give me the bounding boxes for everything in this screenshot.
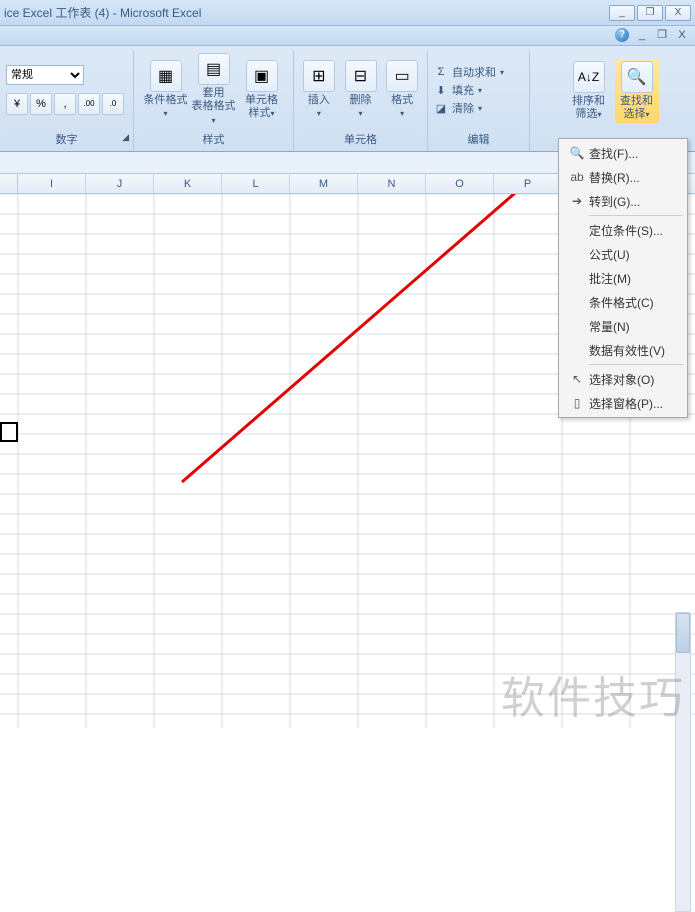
pane-icon: ▯: [565, 393, 589, 413]
restore-button[interactable]: ❐: [637, 5, 663, 21]
percent-button[interactable]: %: [30, 93, 52, 115]
sort-filter-button[interactable]: A↓Z 排序和 筛选▾: [567, 61, 611, 121]
cell-styles-button[interactable]: ▣ 单元格 样式▾: [240, 60, 284, 120]
col-header[interactable]: P: [494, 174, 562, 193]
active-cell[interactable]: [0, 422, 18, 442]
help-row: ? _ ❐ X: [0, 26, 695, 46]
vertical-scrollbar[interactable]: [675, 612, 691, 912]
menu-separator: [589, 364, 683, 365]
menu-cond-fmt[interactable]: 条件格式(C): [561, 290, 685, 314]
ribbon-close-button[interactable]: X: [675, 28, 689, 42]
sigma-icon: Σ: [434, 65, 448, 79]
col-header[interactable]: L: [222, 174, 290, 193]
fill-icon: ⬇: [434, 83, 448, 97]
menu-goto-special[interactable]: 定位条件(S)...: [561, 218, 685, 242]
col-header[interactable]: N: [358, 174, 426, 193]
group-number-label: 数字 ◢: [6, 128, 127, 149]
close-button[interactable]: X: [665, 5, 691, 21]
help-icon[interactable]: ?: [615, 28, 629, 42]
conditional-formatting-icon: ▦: [150, 60, 182, 92]
col-header[interactable]: O: [426, 174, 494, 193]
insert-button[interactable]: ⊞ 插入▾: [300, 60, 338, 120]
format-button[interactable]: ▭ 格式▾: [383, 60, 421, 120]
menu-validation[interactable]: 数据有效性(V): [561, 338, 685, 362]
window-controls: _ ❐ X: [609, 5, 691, 21]
col-header[interactable]: K: [154, 174, 222, 193]
group-editing: Σ 自动求和 ▾ ⬇ 填充 ▾ ◪ 清除 ▾ 编辑: [428, 50, 530, 151]
group-sort-find: A↓Z 排序和 筛选▾ 🔍 查找和 选择▾: [530, 50, 695, 151]
insert-icon: ⊞: [303, 60, 335, 92]
ribbon-restore-button[interactable]: ❐: [655, 28, 669, 42]
replace-icon: ab: [565, 167, 589, 187]
group-editing-label: 编辑: [434, 128, 523, 149]
sort-icon: A↓Z: [573, 61, 605, 93]
currency-button[interactable]: ¥: [6, 93, 28, 115]
menu-constants[interactable]: 常量(N): [561, 314, 685, 338]
fill-button[interactable]: ⬇ 填充 ▾: [434, 82, 482, 98]
format-icon: ▭: [386, 60, 418, 92]
decrease-decimal-button[interactable]: .0: [102, 93, 124, 115]
col-header[interactable]: M: [290, 174, 358, 193]
eraser-icon: ◪: [434, 101, 448, 115]
binoculars-icon: 🔍: [621, 61, 653, 93]
conditional-formatting-button[interactable]: ▦ 条件格式▾: [144, 60, 188, 120]
comma-button[interactable]: ,: [54, 93, 76, 115]
title-bar: ice Excel 工作表 (4) - Microsoft Excel _ ❐ …: [0, 0, 695, 26]
scrollbar-thumb[interactable]: [676, 613, 690, 653]
group-styles: ▦ 条件格式▾ ▤ 套用 表格格式▾ ▣ 单元格 样式▾ 样式: [134, 50, 294, 151]
menu-find[interactable]: 🔍 查找(F)...: [561, 141, 685, 165]
clear-button[interactable]: ◪ 清除 ▾: [434, 100, 482, 116]
menu-replace[interactable]: ab 替换(R)...: [561, 165, 685, 189]
col-header[interactable]: J: [86, 174, 154, 193]
binoculars-icon: 🔍: [565, 143, 589, 163]
menu-comments[interactable]: 批注(M): [561, 266, 685, 290]
increase-decimal-button[interactable]: .00: [78, 93, 100, 115]
group-styles-label: 样式: [140, 128, 287, 149]
goto-icon: ➔: [565, 191, 589, 211]
delete-icon: ⊟: [345, 60, 377, 92]
menu-formulas[interactable]: 公式(U): [561, 242, 685, 266]
find-select-menu: 🔍 查找(F)... ab 替换(R)... ➔ 转到(G)... 定位条件(S…: [558, 138, 688, 418]
menu-select-objects[interactable]: ↖ 选择对象(O): [561, 367, 685, 391]
find-select-button[interactable]: 🔍 查找和 选择▾: [615, 59, 659, 123]
menu-goto[interactable]: ➔ 转到(G)...: [561, 189, 685, 213]
group-number: 常规 ¥ % , .00 .0 数字 ◢: [0, 50, 134, 151]
minimize-button[interactable]: _: [609, 5, 635, 21]
window-title: ice Excel 工作表 (4) - Microsoft Excel: [4, 4, 201, 21]
cell-styles-icon: ▣: [246, 60, 278, 92]
ribbon-minimize-button[interactable]: _: [635, 28, 649, 42]
delete-button[interactable]: ⊟ 删除▾: [342, 60, 380, 120]
pointer-icon: ↖: [565, 369, 589, 389]
select-all-corner[interactable]: [0, 174, 18, 193]
ribbon: 常规 ¥ % , .00 .0 数字 ◢ ▦ 条件格式▾ ▤ 套用 表: [0, 46, 695, 152]
group-cells: ⊞ 插入▾ ⊟ 删除▾ ▭ 格式▾ 单元格: [294, 50, 428, 151]
menu-separator: [589, 215, 683, 216]
dialog-launcher-icon[interactable]: ◢: [122, 132, 129, 143]
format-as-table-icon: ▤: [198, 53, 230, 85]
number-format-select[interactable]: 常规: [6, 65, 84, 85]
menu-selection-pane[interactable]: ▯ 选择窗格(P)...: [561, 391, 685, 415]
format-as-table-button[interactable]: ▤ 套用 表格格式▾: [192, 53, 236, 127]
autosum-button[interactable]: Σ 自动求和 ▾: [434, 64, 504, 80]
col-header[interactable]: I: [18, 174, 86, 193]
group-cells-label: 单元格: [300, 128, 421, 149]
